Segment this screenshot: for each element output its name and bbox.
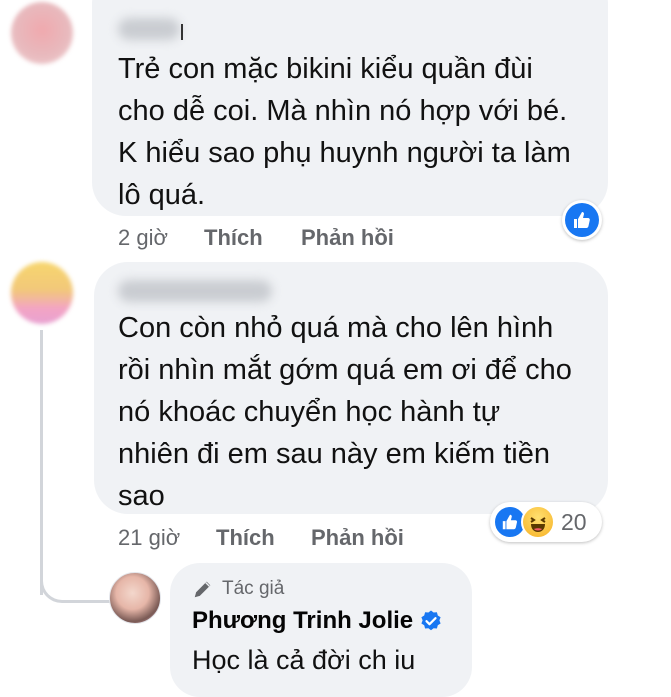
like-button-label: Thích <box>204 225 263 250</box>
name-cursor <box>181 24 183 40</box>
like-reaction-icon[interactable] <box>562 200 602 240</box>
thread-line <box>40 330 43 595</box>
reply-button[interactable]: Phản hồi <box>301 225 394 251</box>
laughing-face-icon <box>530 517 546 532</box>
commenter-avatar[interactable] <box>11 262 73 324</box>
reply-button-label: Phản hồi <box>311 525 404 550</box>
pen-icon <box>194 581 211 598</box>
like-icon <box>565 203 599 237</box>
comment-time[interactable]: 21 giờ <box>118 525 180 551</box>
comment-time[interactable]: 2 giờ <box>118 225 168 251</box>
author-badge: Tác giả <box>192 578 284 600</box>
like-button[interactable]: Thích <box>204 225 263 251</box>
reaction-count: 20 <box>561 508 587 535</box>
author-name-row[interactable]: Phương Trinh Jolie <box>192 607 443 635</box>
author-name[interactable]: Phương Trinh Jolie <box>192 607 413 635</box>
commenter-name-blurred[interactable] <box>118 280 272 302</box>
commenter-name-blurred[interactable] <box>118 18 180 40</box>
commenter-avatar[interactable] <box>11 2 73 64</box>
comment-text: Con còn nhỏ quá mà cho lên hình rồi nhìn… <box>118 312 572 512</box>
like-button[interactable]: Thích <box>216 525 275 551</box>
reply-button-label: Phản hồi <box>301 225 394 250</box>
reaction-summary[interactable]: 20 <box>490 502 602 542</box>
reply-text: Học là cả đời ch iu <box>192 645 416 675</box>
thumbs-up-icon <box>574 212 590 228</box>
like-button-label: Thích <box>216 525 275 550</box>
thread-connector <box>40 560 113 603</box>
comment-text: Trẻ con mặc bikini kiểu quần đùi cho dễ … <box>118 53 571 211</box>
author-avatar[interactable] <box>109 572 161 624</box>
thumbs-up-icon <box>502 514 518 530</box>
verified-badge-icon <box>421 610 441 631</box>
haha-icon <box>521 505 555 539</box>
reply-button[interactable]: Phản hồi <box>311 525 404 551</box>
author-badge-label: Tác giả <box>222 578 285 599</box>
